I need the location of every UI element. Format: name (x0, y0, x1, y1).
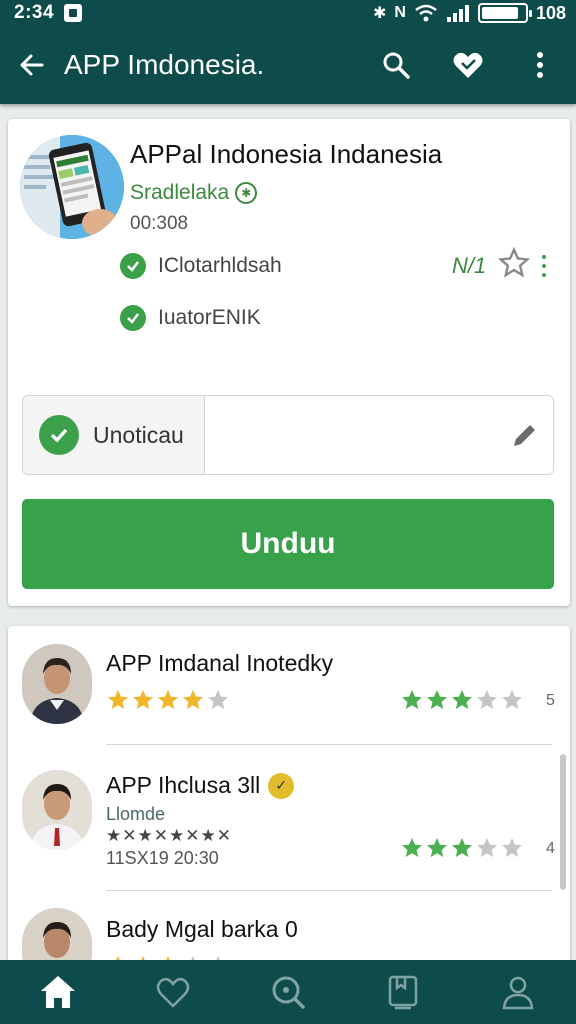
app-name: APPal Indonesia Indanesia (130, 139, 443, 169)
review-meta: ★✕★✕★✕★✕ (106, 826, 232, 845)
divider (106, 890, 552, 891)
avatar (22, 644, 92, 724)
rating-stars-left (106, 688, 230, 712)
check-circle-icon (120, 253, 146, 279)
star-filled-icon (133, 690, 153, 709)
heart-icon (453, 52, 483, 78)
favorite-icon (156, 977, 190, 1008)
verified-badge-icon: ✓ (268, 772, 295, 799)
status-field: Unoticau (22, 395, 554, 475)
star-filled-icon (427, 690, 447, 709)
review-item[interactable]: APP Imdanal Inotedky 5 (8, 626, 570, 746)
star-empty-icon (477, 838, 497, 857)
edit-button[interactable] (497, 396, 553, 474)
nav-favorites[interactable] (115, 960, 230, 1024)
pencil-icon (514, 425, 536, 446)
search-icon (272, 976, 305, 1009)
battery-percent: 108 (535, 2, 566, 23)
status-bar: 2:34 ✱ N 108 (0, 0, 576, 26)
battery-icon (477, 3, 532, 23)
nav-search[interactable] (230, 960, 345, 1024)
star-filled-icon (402, 690, 422, 709)
rating-label: N/1 (452, 253, 487, 278)
notification-icon (64, 4, 83, 22)
check-circle-icon (39, 415, 79, 455)
review-author: APP Imdanal Inotedky (106, 650, 333, 677)
developer-name: Sradlelaka (130, 181, 230, 204)
review-author: APP Ihclusa 3ll ✓ (106, 772, 295, 799)
reviews-card: APP Imdanal Inotedky 5 APP Ihclusa 3ll ✓… (8, 626, 570, 966)
back-arrow-icon (20, 54, 44, 76)
nav-library[interactable] (346, 960, 461, 1024)
status-right: ✱ N 108 (373, 3, 566, 24)
star-filled-icon (108, 690, 128, 709)
review-author-name: Bady Mgal barka 0 (106, 916, 298, 942)
review-item[interactable]: Bady Mgal barka 0 (8, 892, 570, 966)
app-size: 00:308 (130, 213, 189, 234)
nfc-icon: N (394, 4, 406, 21)
feature-item: IuatorENIK (120, 305, 261, 331)
wifi-icon (415, 4, 437, 22)
status-input[interactable] (204, 396, 498, 474)
more-vert-icon[interactable] (538, 253, 550, 279)
star-filled-icon (427, 838, 447, 857)
back-button[interactable] (0, 26, 64, 104)
review-date: 11SX19 20:30 (106, 848, 219, 868)
status-label: Unoticau (93, 421, 184, 448)
rating-count: 4 (546, 840, 555, 857)
star-empty-icon (502, 690, 522, 709)
status-label-box: Unoticau (23, 396, 205, 474)
app-details-card: APPal Indonesia Indanesia Sradlelaka ✱ 0… (8, 119, 570, 606)
avatar (22, 770, 92, 850)
feature-label: IuatorENIK (158, 306, 261, 329)
review-author-name: APP Ihclusa 3ll (106, 772, 261, 798)
search-icon (383, 52, 410, 79)
star-outline-icon[interactable] (498, 247, 530, 279)
divider (106, 744, 552, 745)
app-thumbnail (20, 135, 124, 239)
review-subtitle: Llomde (106, 804, 166, 824)
more-vert-icon (537, 52, 543, 78)
download-button[interactable]: Unduu (22, 499, 554, 589)
star-filled-icon (452, 838, 472, 857)
home-icon (40, 976, 75, 1008)
developer-badge-icon: ✱ (235, 182, 258, 204)
star-filled-icon (402, 838, 422, 857)
avatar (22, 908, 92, 966)
star-empty-icon (502, 838, 522, 857)
rating-stars-right (400, 836, 524, 860)
rating-count: 5 (546, 692, 555, 709)
bluetooth-icon: ✱ (372, 5, 387, 22)
profile-icon (503, 976, 534, 1010)
more-options-button[interactable] (504, 26, 576, 104)
check-circle-icon (120, 305, 146, 331)
search-button[interactable] (360, 26, 432, 104)
app-bar-title: APP Imdonesia. (64, 49, 265, 80)
phone-illustration (20, 135, 124, 239)
nav-home[interactable] (0, 960, 115, 1024)
review-author-name: APP Imdanal Inotedky (106, 650, 334, 676)
battery-fill (481, 7, 518, 19)
review-item[interactable]: APP Ihclusa 3ll ✓ Llomde ★✕★✕★✕★✕ 11SX19… (8, 746, 570, 891)
star-empty-icon (208, 690, 228, 709)
favorite-button[interactable] (432, 26, 504, 104)
star-filled-icon (452, 690, 472, 709)
rating-stars-right (400, 688, 524, 712)
nav-profile[interactable] (461, 960, 576, 1024)
star-filled-icon (158, 690, 178, 709)
star-empty-icon (477, 690, 497, 709)
feature-label: IClotarhldsah (158, 254, 282, 277)
scrollbar[interactable] (560, 754, 566, 890)
library-icon (388, 975, 418, 1010)
app-bar: APP Imdonesia. (0, 26, 576, 104)
developer-link[interactable]: Sradlelaka ✱ (130, 181, 258, 205)
review-author: Bady Mgal barka 0 (106, 916, 298, 943)
star-filled-icon (183, 690, 203, 709)
status-time: 2:34 (14, 2, 55, 23)
feature-item: IClotarhldsah (120, 253, 282, 279)
signal-icon (446, 5, 469, 22)
bottom-navigation (0, 960, 576, 1024)
